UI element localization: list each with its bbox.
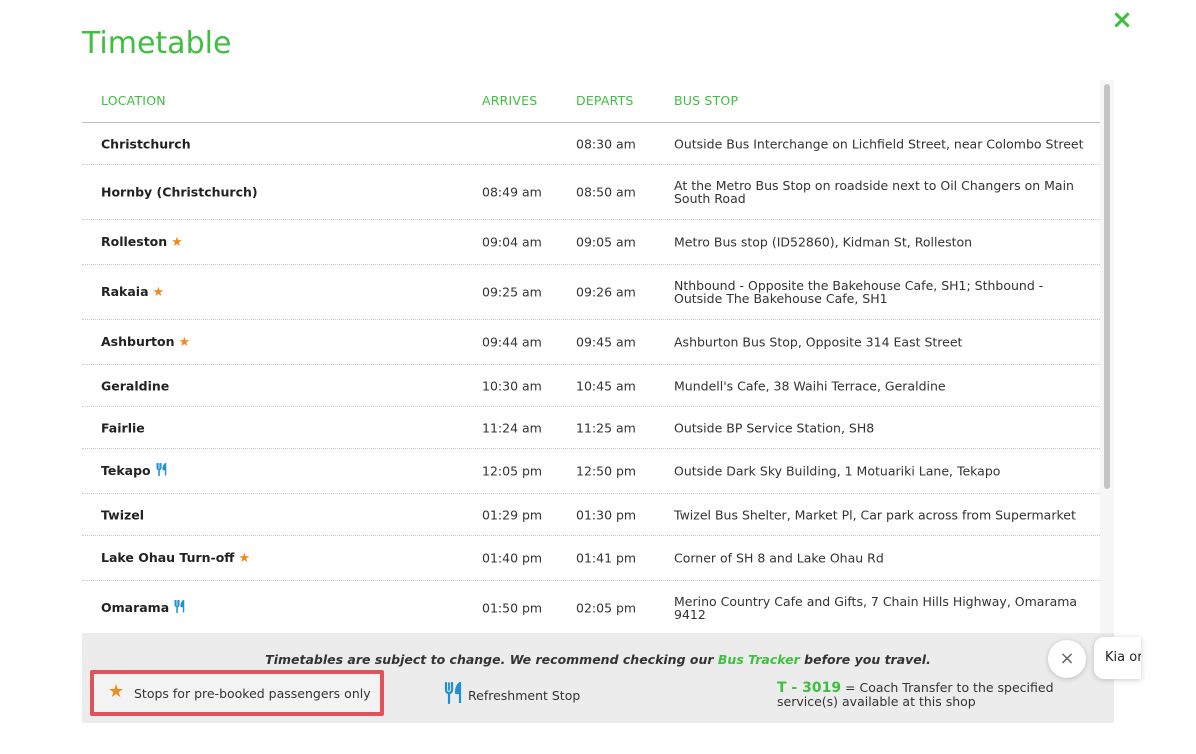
location-name: Tekapo — [101, 463, 151, 478]
table-row: Ashburton ★ 09:44 am 09:45 am Ashburton Bus … — [82, 320, 1100, 365]
arrives-cell: 01:50 pm — [482, 600, 543, 616]
location-name: Rakaia — [101, 284, 149, 299]
location-name: Fairlie — [101, 420, 145, 435]
departs-cell: 12:50 pm — [576, 463, 637, 479]
legend-prebooked-label: Stops for pre-booked passengers only — [134, 686, 371, 701]
bus-stop-cell: Twizel Bus Shelter, Market Pl, Car park … — [674, 507, 1076, 522]
location-cell: Geraldine — [101, 378, 169, 393]
scrollbar[interactable] — [1100, 80, 1114, 633]
bus-tracker-link[interactable]: Bus Tracker — [718, 652, 800, 667]
location-name: Christchurch — [101, 136, 191, 151]
location-cell: Rolleston ★ — [101, 234, 183, 250]
star-icon: ★ — [178, 335, 191, 350]
arrives-cell: 08:49 am — [482, 184, 542, 200]
star-icon: ★ — [108, 681, 125, 702]
departs-cell: 01:30 pm — [576, 507, 637, 522]
timetable: LOCATION ARRIVES DEPARTS BUS STOP Christ… — [82, 80, 1114, 633]
fork-knife-icon — [444, 682, 462, 704]
header-departs: DEPARTS — [576, 93, 634, 108]
location-cell: Omarama — [101, 599, 186, 616]
legend-transfer: T - 3019 = Coach Transfer to the specifi… — [777, 681, 1057, 708]
chat-close-button[interactable]: × — [1048, 640, 1086, 678]
bus-stop-cell: Outside BP Service Station, SH8 — [674, 420, 875, 435]
star-icon: ★ — [238, 551, 251, 566]
table-body: Christchurch 08:30 am Outside Bus Intercha… — [82, 123, 1100, 633]
arrives-cell: 01:40 pm — [482, 550, 543, 566]
bus-stop-cell: Outside Bus Interchange on Lichfield Str… — [674, 136, 1084, 151]
table-row: Tekapo 12:05 pm 12:50 pm Outside Dark Sky B… — [82, 449, 1100, 494]
chat-bubble[interactable]: Kia ora — [1094, 637, 1141, 679]
legend-footer: Timetables are subject to change. We rec… — [82, 633, 1114, 723]
location-cell: Ashburton ★ — [101, 334, 190, 350]
location-name: Geraldine — [101, 378, 170, 393]
timetable-notice: Timetables are subject to change. We rec… — [82, 652, 1114, 667]
location-cell: Lake Ohau Turn-off ★ — [101, 550, 250, 566]
arrives-cell: 10:30 am — [482, 378, 542, 393]
location-name: Lake Ohau Turn-off — [101, 550, 235, 565]
departs-cell: 11:25 am — [576, 420, 636, 435]
table-row: Fairlie 11:24 am 11:25 am Outside BP Servic… — [82, 407, 1100, 449]
page-title: Timetable — [82, 26, 232, 61]
arrives-cell: 11:24 am — [482, 420, 542, 435]
table-header: LOCATION ARRIVES DEPARTS BUS STOP — [82, 80, 1100, 123]
bus-stop-cell: Metro Bus stop (ID52860), Kidman St, Rol… — [674, 234, 973, 250]
departs-cell: 09:05 am — [576, 234, 636, 250]
arrives-cell: 09:44 am — [482, 334, 542, 350]
departs-cell: 08:30 am — [576, 136, 636, 151]
location-cell: Rakaia ★ — [101, 284, 164, 300]
table-row: Hornby (Christchurch) 08:49 am 08:50 am At … — [82, 165, 1100, 220]
star-icon: ★ — [152, 285, 165, 300]
scrollbar-thumb[interactable] — [1104, 84, 1110, 489]
table-row: Lake Ohau Turn-off ★ 01:40 pm 01:41 pm Corne… — [82, 536, 1100, 581]
arrives-cell: 01:29 pm — [482, 507, 543, 522]
bus-stop-cell: Merino Country Cafe and Gifts, 7 Chain H… — [674, 594, 1078, 622]
location-cell: Twizel — [101, 507, 144, 522]
table-row: Twizel 01:29 pm 01:30 pm Twizel Bus Shelter… — [82, 494, 1100, 536]
bus-stop-cell: Mundell's Cafe, 38 Waihi Terrace, Gerald… — [674, 378, 946, 393]
location-name: Omarama — [101, 600, 170, 615]
star-icon: ★ — [171, 235, 183, 250]
location-name: Ashburton — [101, 334, 175, 349]
arrives-cell: 12:05 pm — [482, 463, 543, 479]
header-arrives: ARRIVES — [482, 93, 538, 108]
notice-text-end: before you travel. — [799, 652, 931, 667]
header-bus-stop: BUS STOP — [674, 93, 739, 108]
bus-stop-cell: Corner of SH 8 and Lake Ohau Rd — [674, 550, 884, 566]
table-row: Rakaia ★ 09:25 am 09:26 am Nthbound - Opposi… — [82, 265, 1100, 320]
bus-stop-cell: Nthbound - Opposite the Bakehouse Cafe, … — [674, 278, 1044, 306]
bus-stop-cell: Outside Dark Sky Building, 1 Motuariki L… — [674, 463, 1001, 479]
location-name: Twizel — [101, 507, 145, 522]
location-cell: Tekapo — [101, 462, 168, 479]
location-name: Hornby (Christchurch) — [101, 184, 258, 200]
fork-knife-icon — [174, 599, 186, 616]
header-location: LOCATION — [101, 93, 166, 108]
location-cell: Hornby (Christchurch) — [101, 185, 258, 200]
bus-stop-cell: Ashburton Bus Stop, Opposite 314 East St… — [674, 334, 963, 350]
table-row: Geraldine 10:30 am 10:45 am Mundell's Cafe,… — [82, 365, 1100, 407]
location-name: Rolleston — [101, 234, 168, 249]
departs-cell: 10:45 am — [576, 378, 636, 393]
fork-knife-icon — [156, 462, 168, 479]
location-cell: Christchurch — [101, 136, 191, 151]
location-cell: Fairlie — [101, 420, 145, 435]
chat-greeting: Kia ora — [1105, 650, 1141, 665]
table-row: Christchurch 08:30 am Outside Bus Intercha… — [82, 123, 1100, 165]
departs-cell: 01:41 pm — [576, 550, 637, 566]
departs-cell: 09:26 am — [576, 284, 636, 300]
departs-cell: 08:50 am — [576, 184, 636, 200]
table-row: Omarama 01:50 pm 02:05 pm Merino Country Ca… — [82, 581, 1100, 633]
close-modal-icon[interactable]: × — [1110, 7, 1134, 33]
table-row: Rolleston ★ 09:04 am 09:05 am Metro Bus stop… — [82, 220, 1100, 265]
departs-cell: 02:05 pm — [576, 600, 637, 616]
departs-cell: 09:45 am — [576, 334, 636, 350]
legend-refreshment-label: Refreshment Stop — [468, 688, 581, 703]
notice-text: Timetables are subject to change. We rec… — [265, 652, 718, 667]
arrives-cell: 09:04 am — [482, 234, 542, 250]
legend-prebooked: ★ Stops for pre-booked passengers only — [90, 670, 384, 716]
arrives-cell: 09:25 am — [482, 284, 542, 300]
bus-stop-cell: At the Metro Bus Stop on roadside next t… — [674, 178, 1074, 206]
